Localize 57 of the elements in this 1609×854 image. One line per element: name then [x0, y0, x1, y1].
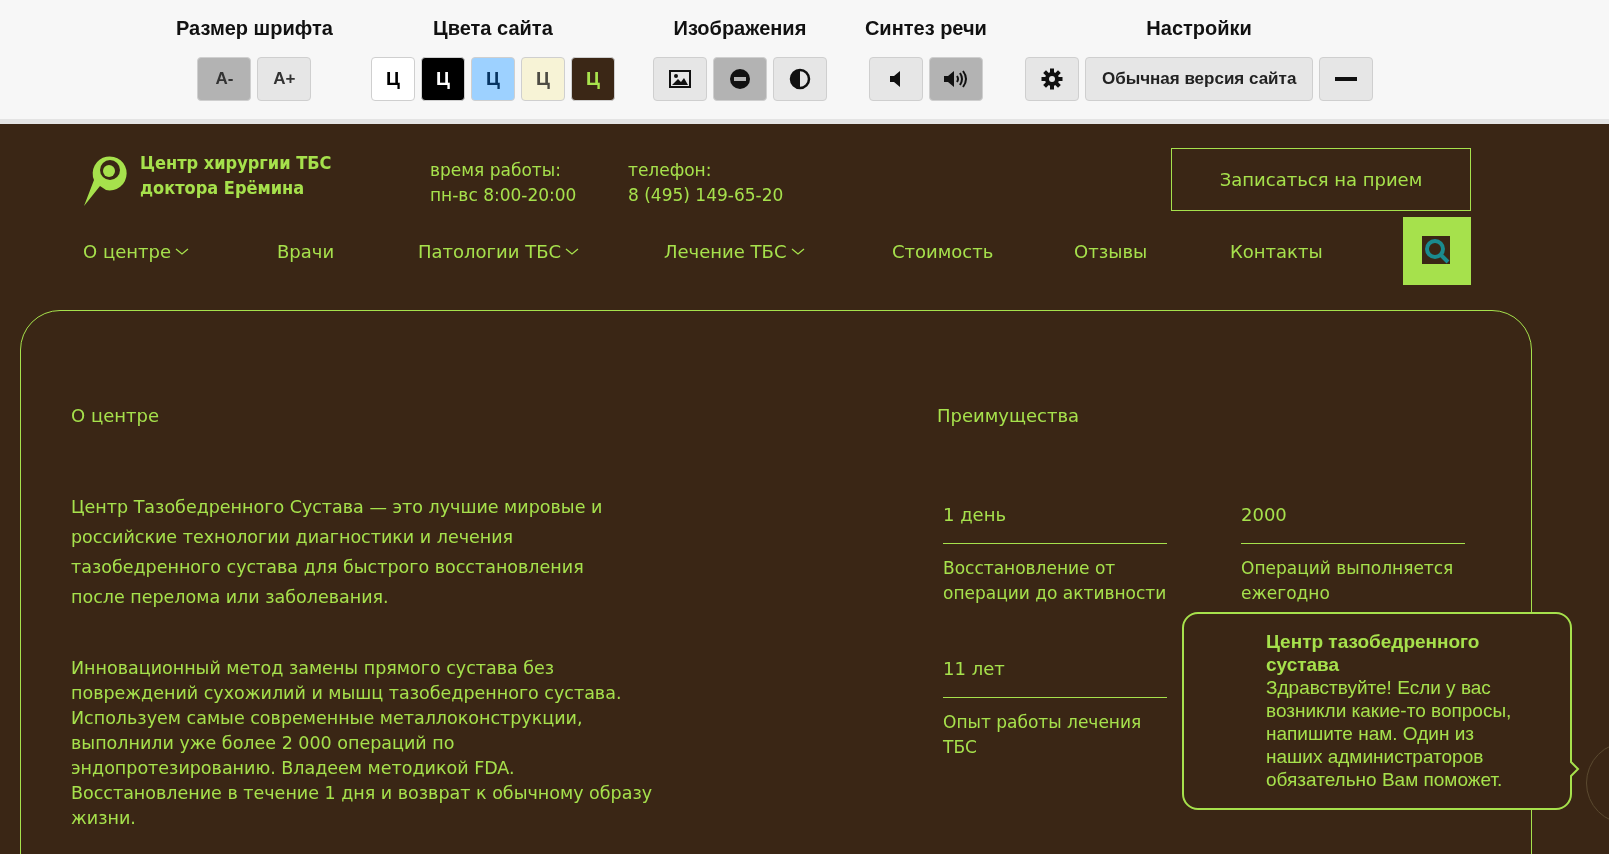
- minus-circle-icon: [728, 68, 751, 90]
- hours-value: пн-вс 8:00-20:00: [430, 184, 578, 207]
- search-icon: [1422, 236, 1452, 266]
- hours-label: время работы:: [430, 159, 562, 182]
- advantage-value: 2000: [1241, 504, 1465, 544]
- about-paragraph: Инновационный метод замены прямого сустава без повреждений сухожилий и мышц тазобедренного сустава. Используем самые современные металлоконструкции, выполнили уже более 2 000 операций по эндопротезированию. Владеем методикой FDA. Восстановление в течение 1 дня и возврат к обычному образу жизни.: [71, 657, 654, 830]
- nav-link[interactable]: Стоимость: [892, 240, 994, 262]
- nav-link[interactable]: Лечение ТБС: [664, 240, 787, 262]
- font-size-button[interactable]: A-: [197, 57, 252, 101]
- section-title: О центре: [71, 405, 160, 426]
- nav-link[interactable]: О центре: [83, 240, 171, 262]
- nav-link[interactable]: Врачи: [277, 240, 335, 262]
- speaker-icon: [888, 70, 903, 88]
- group-title: Синтез речи: [864, 17, 987, 41]
- group-title: Цвета сайта: [433, 17, 553, 41]
- group-title: Настройки: [1146, 17, 1252, 41]
- minus-icon: [1335, 77, 1358, 81]
- chat-message: Здравствуйте! Если у вас возникли какие-то вопросы, напишите нам. Один из наших администраторов обязательно Вам поможет.: [1266, 676, 1513, 791]
- appointment-button[interactable]: Записаться на прием: [1171, 148, 1471, 211]
- phone-label: телефон:: [628, 159, 713, 182]
- advantage-description: Операций выполняется ежегодно: [1241, 557, 1455, 605]
- phone-link[interactable]: 8 (495) 149-65-20: [628, 183, 784, 208]
- contrast-icon: [788, 68, 811, 90]
- normal-version-button[interactable]: Обычная версия сайта: [1084, 57, 1314, 101]
- advantage-value: 1 день: [943, 504, 1167, 544]
- speech-button[interactable]: [868, 57, 923, 101]
- advantage-value: 11 лет: [943, 658, 1167, 698]
- speech-button[interactable]: [928, 57, 983, 101]
- color-scheme-button[interactable]: Ц: [520, 57, 565, 101]
- image-mode-button[interactable]: [772, 57, 827, 101]
- collapse-panel-button[interactable]: [1319, 57, 1374, 101]
- image-icon: [668, 70, 691, 88]
- chevron-down-icon: [175, 247, 189, 255]
- nav-link[interactable]: Отзывы: [1074, 240, 1148, 262]
- section-title: Преимущества: [937, 405, 1080, 426]
- settings-icon: [1040, 68, 1063, 90]
- color-scheme-button[interactable]: Ц: [570, 57, 615, 101]
- logo-text[interactable]: Центр хирургии ТБС доктора Ерёмина: [140, 150, 332, 206]
- color-scheme-button[interactable]: Ц: [370, 57, 415, 101]
- font-size-button[interactable]: A+: [257, 57, 312, 101]
- group-title: Изображения: [673, 17, 807, 41]
- nav-link[interactable]: Патологии ТБС: [418, 240, 562, 262]
- speaker-volume-icon: [942, 69, 969, 89]
- chat-title: Центр тазобедренного сустава: [1266, 630, 1481, 676]
- search-button[interactable]: [1403, 217, 1471, 285]
- advantage-description: Опыт работы лечения ТБС: [943, 711, 1143, 759]
- image-mode-button[interactable]: [652, 57, 707, 101]
- group-title: Размер шрифта: [176, 17, 333, 41]
- settings-button[interactable]: [1024, 57, 1079, 101]
- about-paragraph: Центр Тазобедренного Сустава — это лучшие мировые и российские технологии диагностики и лечения тазобедренного сустава для быстрого восстановления после перелома или заболевания.: [71, 496, 604, 609]
- chevron-down-icon: [790, 247, 805, 255]
- nav-link[interactable]: Контакты: [1230, 240, 1323, 262]
- advantage-description: Восстановление от операции до активности: [943, 557, 1168, 605]
- image-mode-button[interactable]: [712, 57, 767, 101]
- color-scheme-button[interactable]: Ц: [470, 57, 515, 101]
- color-scheme-button[interactable]: Ц: [420, 57, 465, 101]
- chevron-down-icon: [565, 247, 580, 255]
